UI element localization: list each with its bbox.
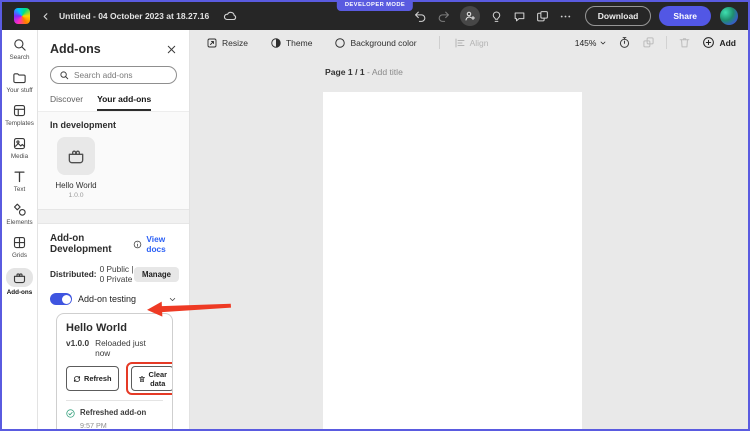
- sidebar-item-text[interactable]: Text: [2, 169, 38, 202]
- theme-button[interactable]: Theme: [270, 37, 312, 49]
- grids-icon: [12, 235, 27, 250]
- page-label[interactable]: Page 1 / 1 - Add title: [325, 67, 403, 77]
- sidebar-label: Add-ons: [6, 289, 33, 296]
- trash-icon: [138, 375, 146, 383]
- resize-button[interactable]: Resize: [206, 37, 248, 49]
- addon-card-name: Hello World: [66, 322, 127, 334]
- addon-card-status: Reloaded just now: [95, 338, 146, 358]
- distributed-label: Distributed:: [50, 269, 97, 279]
- adobe-express-logo-icon: [14, 8, 30, 24]
- clear-data-button[interactable]: Clear data: [130, 366, 172, 391]
- left-navigation-rail: Search Your stuff Templates Media Text E…: [2, 30, 38, 429]
- zoom-level-control[interactable]: 145%: [575, 38, 608, 48]
- plus-circle-icon: [702, 36, 715, 49]
- addon-testing-label: Add-on testing: [78, 294, 137, 304]
- close-icon[interactable]: [166, 44, 177, 55]
- addons-icon: [6, 268, 33, 287]
- tab-your-add-ons[interactable]: Your add-ons: [97, 94, 152, 111]
- toolbar-divider: [438, 36, 440, 49]
- addon-tile[interactable]: Hello World 1.0.0: [50, 137, 102, 199]
- align-icon: [454, 37, 466, 49]
- add-page-button[interactable]: Add: [702, 36, 736, 49]
- user-avatar[interactable]: [720, 7, 738, 25]
- share-button[interactable]: Share: [659, 6, 711, 26]
- addon-development-heading: Add-on Development: [50, 233, 112, 255]
- panel-tabs: Discover Your add-ons: [50, 94, 177, 111]
- addon-card-version: v1.0.0: [66, 338, 90, 348]
- toolbar-divider: [666, 36, 668, 49]
- addon-tile-version: 1.0.0: [68, 192, 84, 199]
- sidebar-label: Grids: [11, 252, 28, 259]
- manage-button[interactable]: Manage: [133, 266, 179, 282]
- redo-icon[interactable]: [437, 10, 450, 23]
- document-page-canvas[interactable]: [323, 92, 582, 429]
- canvas-toolbar: Resize Theme Background color Align 145%…: [190, 30, 748, 55]
- group-icon: [642, 36, 655, 49]
- document-title[interactable]: Untitled - 04 October 2023 at 18.27.16: [59, 11, 209, 21]
- info-icon[interactable]: [133, 240, 142, 249]
- resize-icon: [206, 37, 218, 49]
- comments-icon[interactable]: [513, 10, 526, 23]
- sidebar-item-search[interactable]: Search: [2, 37, 38, 70]
- sidebar-label: Your stuff: [6, 87, 33, 94]
- align-button: Align: [454, 37, 489, 49]
- sidebar-item-your-stuff[interactable]: Your stuff: [2, 70, 38, 103]
- addon-tile-thumbnail[interactable]: [57, 137, 95, 175]
- background-color-icon: [334, 37, 346, 49]
- duplicate-pages-icon[interactable]: [536, 10, 549, 23]
- developer-mode-badge: DEVELOPER MODE: [336, 0, 414, 11]
- in-development-heading: In development: [50, 120, 117, 130]
- search-addons-input[interactable]: [74, 70, 168, 80]
- delete-page-icon: [678, 36, 691, 49]
- text-icon: [12, 169, 27, 184]
- addon-event-log: Refreshed add-on 9:57 PM Detected change…: [66, 408, 163, 431]
- sidebar-label: Templates: [5, 120, 34, 127]
- sidebar-item-add-ons[interactable]: Add-ons: [2, 268, 38, 301]
- tab-discover[interactable]: Discover: [50, 94, 83, 111]
- refresh-icon: [73, 375, 81, 383]
- sidebar-label: Elements: [6, 219, 33, 226]
- addon-testing-toggle[interactable]: [50, 293, 72, 305]
- addon-test-card: Hello World v1.0.0 Reloaded just now Ref…: [56, 313, 173, 431]
- search-icon: [59, 70, 69, 80]
- folder-icon: [12, 70, 27, 85]
- download-button[interactable]: Download: [584, 6, 652, 26]
- search-icon: [12, 37, 27, 52]
- page-duration-icon[interactable]: [618, 36, 631, 49]
- lightbulb-icon[interactable]: [490, 10, 503, 23]
- panel-title: Add-ons: [50, 42, 101, 56]
- addon-tile-name: Hello World: [55, 181, 97, 190]
- invite-people-icon[interactable]: [459, 6, 480, 26]
- sidebar-item-media[interactable]: Media: [2, 136, 38, 169]
- elements-icon: [12, 202, 27, 217]
- section-divider: [38, 209, 189, 224]
- back-icon[interactable]: [40, 11, 51, 22]
- sidebar-item-templates[interactable]: Templates: [2, 103, 38, 136]
- annotation-arrow: [147, 301, 232, 317]
- addon-development-section: Add-on Development View docs Distributed…: [38, 224, 189, 431]
- sidebar-label: Text: [13, 186, 26, 193]
- log-entry-success: Refreshed add-on 9:57 PM: [66, 408, 163, 430]
- cloud-sync-icon[interactable]: [223, 9, 237, 23]
- sidebar-item-grids[interactable]: Grids: [2, 235, 38, 268]
- chevron-down-icon: [599, 39, 607, 47]
- sidebar-label: Search: [9, 54, 30, 61]
- zoom-level-value: 145%: [574, 37, 597, 48]
- addons-panel: Add-ons Discover Your add-ons In develop…: [38, 30, 190, 431]
- check-circle-icon: [66, 408, 75, 418]
- templates-icon: [12, 103, 27, 118]
- undo-icon[interactable]: [414, 10, 427, 23]
- view-docs-link[interactable]: View docs: [146, 234, 179, 254]
- sidebar-item-elements[interactable]: Elements: [2, 202, 38, 235]
- in-development-section: In development Hello World 1.0.0: [38, 111, 189, 209]
- distributed-value: 0 Public | 0 Private: [99, 264, 134, 284]
- sidebar-label: Media: [10, 153, 29, 160]
- background-color-button[interactable]: Background color: [334, 37, 417, 49]
- search-addons-box[interactable]: [50, 66, 177, 84]
- media-icon: [12, 136, 27, 151]
- addon-plug-icon: [66, 146, 86, 166]
- more-options-icon[interactable]: [559, 10, 572, 23]
- refresh-button[interactable]: Refresh: [66, 366, 119, 391]
- theme-icon: [270, 37, 282, 49]
